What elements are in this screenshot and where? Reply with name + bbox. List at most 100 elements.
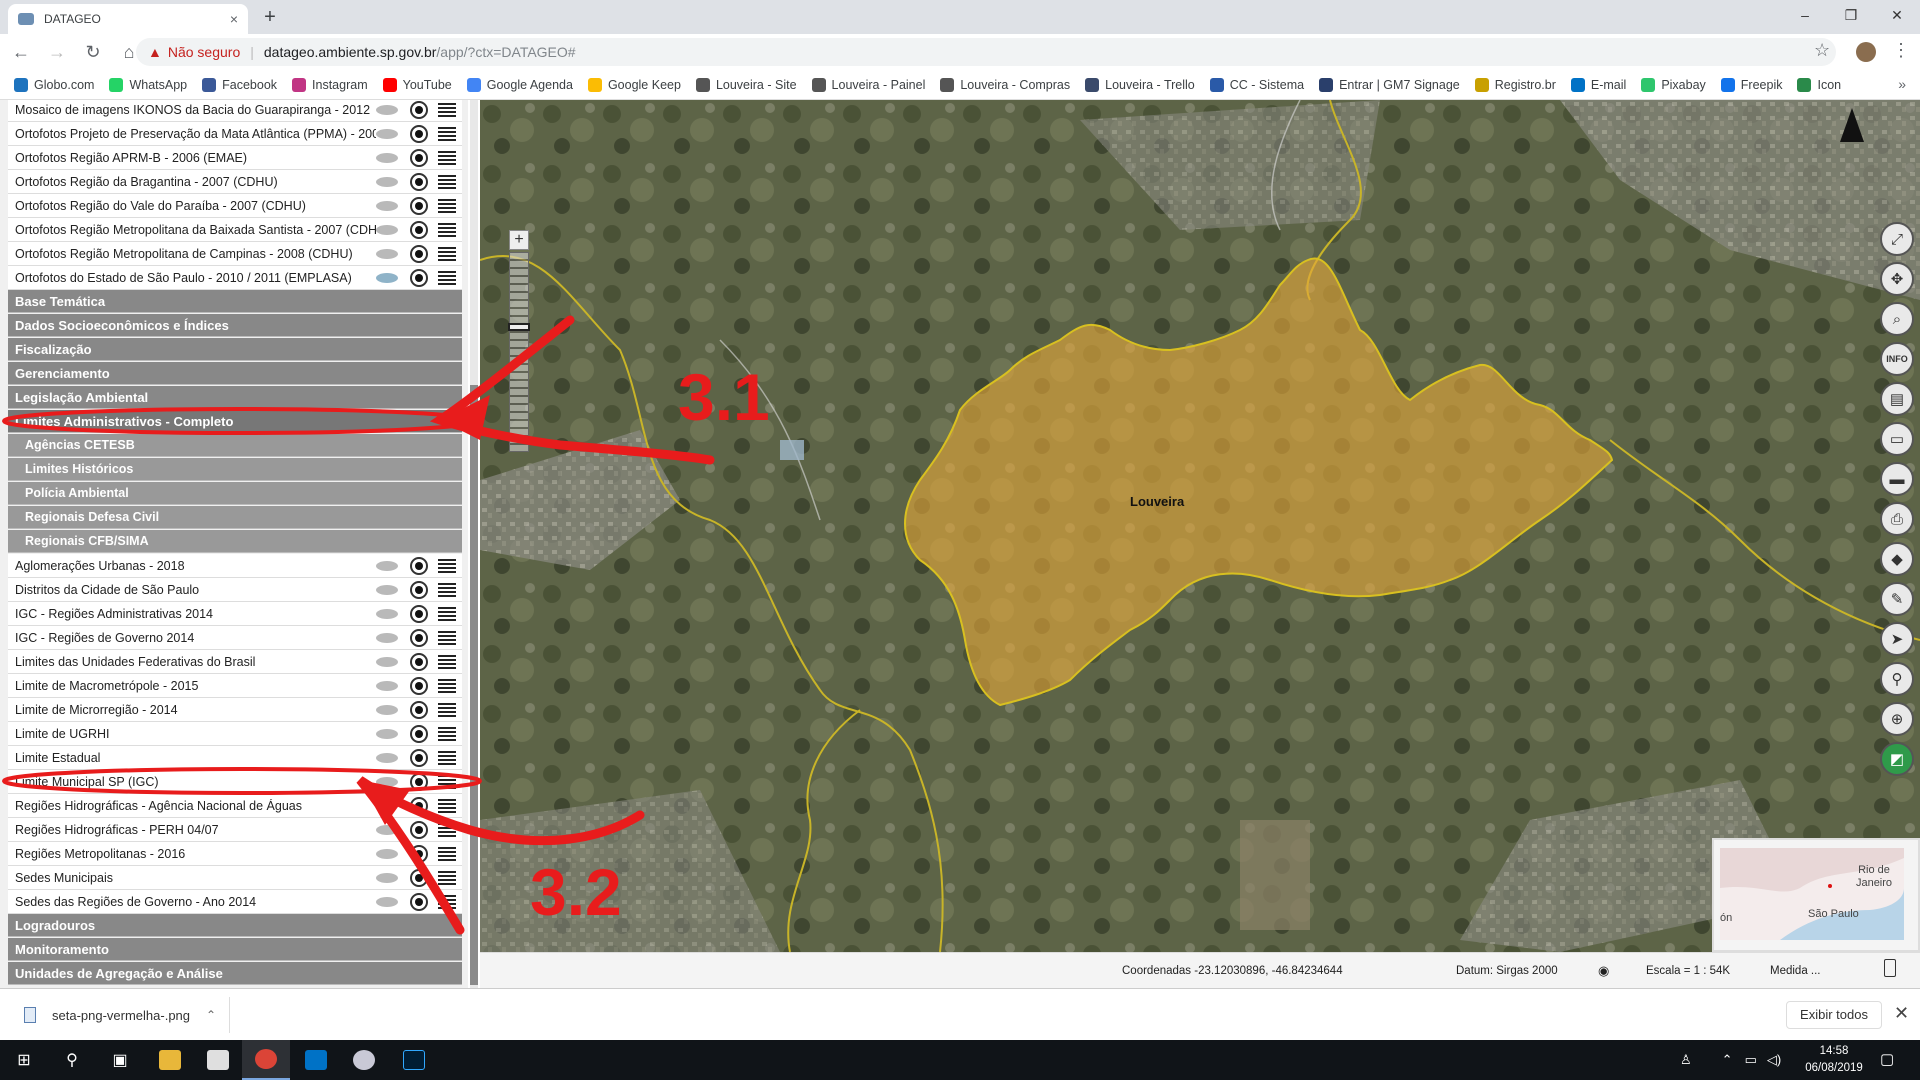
clock[interactable]: 14:58 06/08/2019 — [1796, 1043, 1872, 1077]
bookmark-item[interactable]: Pixabay — [1641, 77, 1706, 92]
category-header[interactable]: Limites Administrativos - Completo — [8, 410, 462, 433]
bookmark-item[interactable]: Google Agenda — [466, 77, 573, 92]
layer-row[interactable]: Ortofotos do Estado de São Paulo - 2010 … — [8, 266, 462, 290]
minimize-button[interactable]: – — [1782, 0, 1828, 30]
datum-settings-icon[interactable]: ◉ — [1598, 963, 1609, 979]
layer-options-icon[interactable] — [438, 198, 456, 213]
layer-row[interactable]: Limite de UGRHI — [8, 722, 462, 746]
search-icon[interactable]: ⚲ — [1880, 662, 1914, 696]
reload-icon[interactable]: ↻ — [78, 37, 108, 67]
scrollbar-thumb[interactable] — [470, 385, 478, 985]
layer-options-icon[interactable] — [438, 582, 456, 597]
app-icon[interactable] — [340, 1040, 388, 1080]
layer-row[interactable]: Ortofotos Região Metropolitana da Baixad… — [8, 218, 462, 242]
visibility-eye-icon[interactable] — [376, 560, 398, 571]
security-label[interactable]: Não seguro — [168, 44, 240, 60]
layer-radio-icon[interactable] — [410, 628, 428, 647]
visibility-eye-icon[interactable] — [376, 608, 398, 619]
outlook-icon[interactable] — [292, 1040, 340, 1080]
visibility-eye-icon[interactable] — [376, 656, 398, 667]
visibility-eye-icon[interactable] — [376, 224, 398, 235]
bookmarks-more-icon[interactable]: » — [1898, 76, 1906, 92]
visibility-eye-icon[interactable] — [376, 152, 398, 163]
full-extent-icon[interactable]: ⤢ — [1880, 222, 1914, 256]
layers-icon[interactable]: ◆ — [1880, 542, 1914, 576]
bookmark-item[interactable]: Freepik — [1720, 77, 1782, 92]
layer-options-icon[interactable] — [438, 630, 456, 645]
layer-radio-icon[interactable] — [410, 196, 428, 215]
task-view-icon[interactable]: ▣ — [96, 1040, 144, 1080]
print-icon[interactable]: ⎙ — [1880, 502, 1914, 536]
layer-row[interactable]: Ortofotos Região APRM-B - 2006 (EMAE) — [8, 146, 462, 170]
layer-row[interactable]: Aglomerações Urbanas - 2018 — [8, 554, 462, 578]
chrome-icon[interactable] — [242, 1040, 290, 1080]
layer-radio-icon[interactable] — [410, 124, 428, 143]
map-view[interactable]: Louveira — [480, 100, 1920, 952]
layer-row[interactable]: Ortofotos Região da Bragantina - 2007 (C… — [8, 170, 462, 194]
visibility-eye-icon[interactable] — [376, 272, 398, 283]
layer-options-icon[interactable] — [438, 270, 456, 285]
visibility-eye-icon[interactable] — [376, 800, 398, 811]
category-header[interactable]: Logradouros — [8, 914, 462, 937]
zoom-track[interactable] — [508, 252, 530, 452]
bookmark-item[interactable]: Louveira - Compras — [940, 77, 1070, 92]
layer-options-icon[interactable] — [438, 558, 456, 573]
layer-options-icon[interactable] — [438, 678, 456, 693]
file-explorer-icon[interactable] — [146, 1040, 194, 1080]
windows-start-icon[interactable]: ⊞ — [0, 1040, 48, 1080]
bookmark-item[interactable]: Louveira - Trello — [1085, 77, 1195, 92]
category-header[interactable]: Unidades de Agregação e Análise — [8, 962, 462, 985]
layer-row[interactable]: Regiões Metropolitanas - 2016 — [8, 842, 462, 866]
visibility-eye-icon[interactable] — [376, 704, 398, 715]
layer-radio-icon[interactable] — [410, 244, 428, 263]
visibility-eye-icon[interactable] — [376, 584, 398, 595]
bookmark-item[interactable]: CC - Sistema — [1209, 77, 1304, 92]
document-icon[interactable]: ▤ — [1880, 382, 1914, 416]
address-bar[interactable]: ▲ Não seguro | datageo.ambiente.sp.gov.b… — [136, 38, 1836, 66]
layer-radio-icon[interactable] — [410, 868, 428, 887]
measure-area-icon[interactable]: ▬ — [1880, 462, 1914, 496]
layer-row[interactable]: Regiões Hidrográficas - Agência Nacional… — [8, 794, 462, 818]
panel-scrollbar[interactable] — [470, 100, 478, 988]
visibility-eye-icon[interactable] — [376, 776, 398, 787]
visibility-eye-icon[interactable] — [376, 128, 398, 139]
layer-radio-icon[interactable] — [410, 772, 428, 791]
category-header[interactable]: Fiscalização — [8, 338, 462, 361]
visibility-eye-icon[interactable] — [376, 824, 398, 835]
category-header[interactable]: Monitoramento — [8, 938, 462, 961]
bookmark-item[interactable]: Google Keep — [587, 77, 681, 92]
visibility-eye-icon[interactable] — [376, 752, 398, 763]
layer-row[interactable]: Limite Estadual — [8, 746, 462, 770]
zoom-icon[interactable]: ⌕ — [1880, 302, 1914, 336]
show-all-button[interactable]: Exibir todos — [1786, 1001, 1882, 1029]
tab-datageo[interactable]: DATAGEO × — [8, 4, 248, 34]
layer-radio-icon[interactable] — [410, 820, 428, 839]
layer-options-icon[interactable] — [438, 726, 456, 741]
new-tab-button[interactable]: + — [258, 6, 282, 30]
bookmark-item[interactable]: WhatsApp — [109, 77, 187, 92]
device-icon[interactable] — [1884, 959, 1896, 977]
visibility-eye-icon[interactable] — [376, 680, 398, 691]
visibility-eye-icon[interactable] — [376, 176, 398, 187]
bookmark-item[interactable]: Instagram — [292, 77, 368, 92]
google-earth-icon[interactable]: ◩ — [1880, 742, 1914, 776]
bookmark-item[interactable]: Globo.com — [14, 77, 94, 92]
close-window-button[interactable]: ✕ — [1874, 0, 1920, 30]
layer-radio-icon[interactable] — [410, 220, 428, 239]
bookmark-item[interactable]: Facebook — [202, 77, 277, 92]
layer-radio-icon[interactable] — [410, 172, 428, 191]
zoom-slider[interactable]: + — [508, 230, 531, 468]
visibility-eye-icon[interactable] — [376, 200, 398, 211]
layer-radio-icon[interactable] — [410, 844, 428, 863]
layer-options-icon[interactable] — [438, 606, 456, 621]
subcategory-header[interactable]: Regionais Defesa Civil — [8, 506, 462, 529]
layer-radio-icon[interactable] — [410, 700, 428, 719]
layer-options-icon[interactable] — [438, 102, 456, 117]
layer-row[interactable]: Sedes das Regiões de Governo - Ano 2014 — [8, 890, 462, 914]
layer-options-icon[interactable] — [438, 870, 456, 885]
people-icon[interactable]: ♙ — [1680, 1052, 1692, 1068]
layer-row[interactable]: Limites das Unidades Federativas do Bras… — [8, 650, 462, 674]
category-header[interactable]: Dados Socioeconômicos e Índices — [8, 314, 462, 337]
bookmark-item[interactable]: YouTube — [382, 77, 452, 92]
zoom-handle[interactable] — [508, 323, 530, 331]
